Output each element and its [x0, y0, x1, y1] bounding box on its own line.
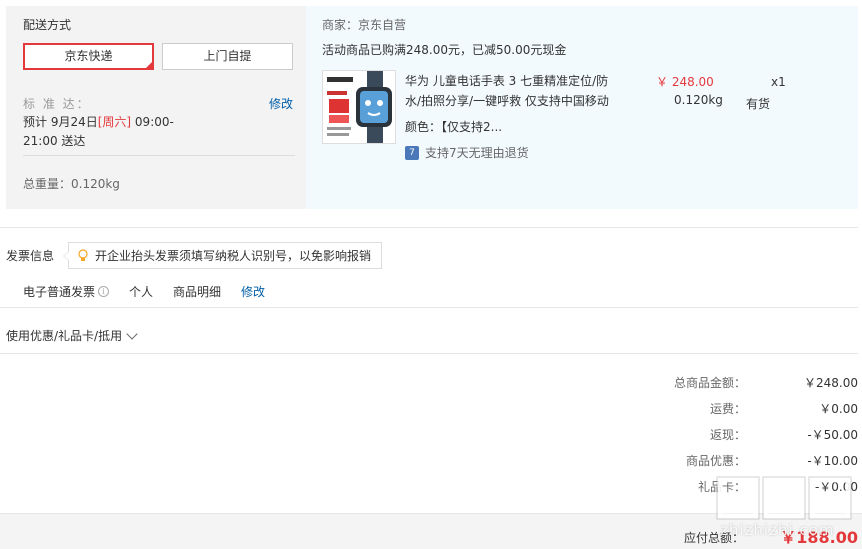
product-color: 颜色：【仅支持2...	[405, 120, 503, 134]
invoice-tip-text: 开企业抬头发票须填写纳税人识别号，以免影响报销	[95, 249, 372, 263]
product-weight: 0.120kg	[674, 93, 723, 107]
stock-status: 有货	[746, 97, 771, 111]
merchant-name: 商家：京东自营	[322, 18, 407, 32]
total-weight: 总重量：0.120kg	[23, 177, 120, 191]
jd-express-label: 京东快递	[64, 49, 113, 63]
lightbulb-icon	[78, 248, 88, 261]
summary-label: 总商品金额：	[673, 376, 746, 390]
info-icon[interactable]: i	[98, 286, 110, 297]
invoice-title: 发票信息	[6, 249, 55, 263]
watch-image-icon	[323, 71, 395, 143]
summary-row: 运费： ￥0.00	[558, 400, 858, 416]
product-name-link[interactable]: 华为 儿童电话手表 3 七重精准定位/防水/拍照分享/一键呼救 仅支持中国移动	[405, 71, 620, 111]
summary-row: 返现： -￥50.00	[558, 426, 858, 442]
divider	[0, 353, 858, 354]
coupon-label: 使用优惠/礼品卡/抵用	[6, 329, 123, 343]
eta-weekday: [周六]	[97, 115, 132, 129]
return-policy: 7 支持7天无理由退货	[405, 144, 529, 161]
product-quantity: x1	[771, 75, 786, 89]
self-pickup-option[interactable]: 上门自提	[162, 43, 293, 70]
jd-express-option[interactable]: 京东快递 ✓	[23, 43, 154, 70]
summary-label: 商品优惠：	[685, 454, 746, 468]
summary-label: 运费：	[709, 402, 746, 416]
standard-delivery-label: 标 准 达：	[23, 97, 91, 111]
summary-value: ￥248.00	[804, 376, 858, 390]
shipping-method-panel: 配送方式 京东快递 ✓ 上门自提 标 准 达： 修改 预计 9月24日[周六] …	[6, 6, 306, 209]
summary-label: 礼品卡：	[697, 480, 746, 494]
chevron-down-icon	[126, 327, 138, 340]
summary-row: 礼品卡： -￥0.00	[558, 478, 858, 494]
promo-text: 活动商品已购满248.00元，已减50.00元现金	[322, 43, 567, 57]
summary-value: ￥0.00	[819, 402, 858, 416]
product-thumbnail[interactable]	[322, 70, 396, 144]
summary-value: -￥50.00	[807, 428, 858, 442]
shipping-title: 配送方式	[23, 18, 72, 32]
summary-value: -￥0.00	[814, 480, 858, 494]
edit-invoice-link[interactable]: 修改	[241, 283, 265, 300]
invoice-holder: 个人	[129, 285, 154, 299]
summary-row: 总商品金额： ￥248.00	[558, 374, 858, 390]
divider	[23, 155, 295, 156]
invoice-details: 电子普通发票 i 个人 商品明细 修改	[23, 283, 285, 300]
return-policy-text: 支持7天无理由退货	[425, 146, 529, 160]
invoice-type: 电子普通发票	[23, 285, 96, 299]
divider	[0, 307, 858, 308]
invoice-tip: 开企业抬头发票须填写纳税人识别号，以免影响报销	[62, 242, 383, 269]
eta-date: 预计 9月24日	[23, 115, 98, 129]
summary-row: 商品优惠： -￥10.00	[558, 452, 858, 468]
shipping-section: 配送方式 京东快递 ✓ 上门自提 标 准 达： 修改 预计 9月24日[周六] …	[6, 6, 858, 209]
product-price: ￥ 248.00	[656, 75, 714, 89]
return-7day-icon: 7	[405, 145, 419, 160]
divider	[0, 227, 858, 228]
summary-label: 返现：	[709, 428, 746, 442]
summary-value: -￥10.00	[807, 454, 858, 468]
coupon-toggle[interactable]: 使用优惠/礼品卡/抵用	[6, 327, 138, 344]
watermark-text: zhizhizhi.com	[720, 521, 835, 539]
edit-shipping-link[interactable]: 修改	[269, 95, 293, 112]
delivery-eta: 预计 9月24日[周六] 09:00-21:00 送达	[23, 113, 198, 151]
invoice-content: 商品明细	[173, 285, 222, 299]
merchant-panel: 商家：京东自营 活动商品已购满248.00元，已减50.00元现金 华为 儿童电…	[306, 6, 858, 209]
checkmark-icon: ✓	[145, 60, 151, 68]
